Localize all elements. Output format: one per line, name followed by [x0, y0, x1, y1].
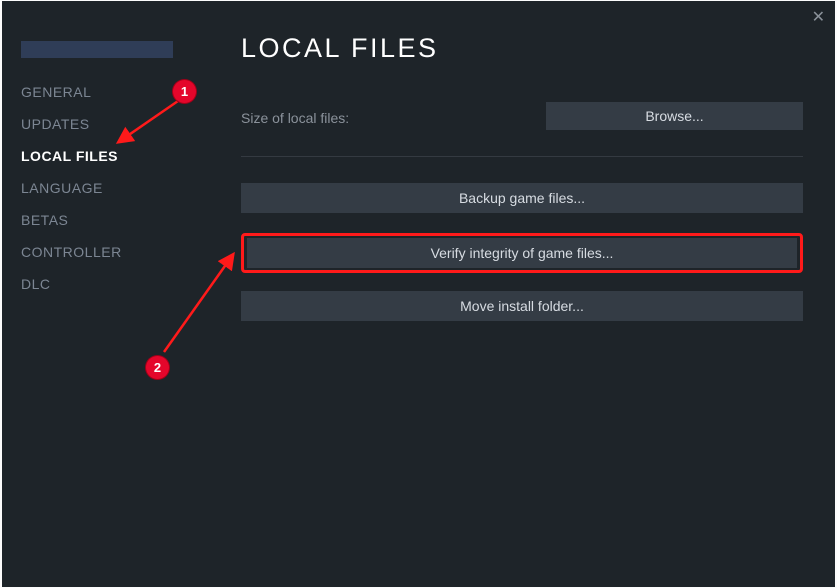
annotation-badge-1: 1 — [173, 80, 196, 103]
sidebar-item-controller[interactable]: CONTROLLER — [21, 236, 213, 268]
annotation-badge-2: 2 — [146, 356, 169, 379]
browse-button[interactable]: Browse... — [546, 102, 803, 130]
size-value — [354, 105, 434, 123]
sidebar-item-local-files[interactable]: LOCAL FILES — [21, 140, 213, 172]
divider — [241, 156, 803, 157]
size-row: Size of local files: Browse... — [241, 102, 803, 130]
page-title: LOCAL FILES — [241, 33, 803, 64]
sidebar-item-betas[interactable]: BETAS — [21, 204, 213, 236]
sidebar-header-bar — [21, 41, 173, 58]
verify-button[interactable]: Verify integrity of game files... — [247, 238, 797, 268]
sidebar-item-language[interactable]: LANGUAGE — [21, 172, 213, 204]
close-icon[interactable]: ✕ — [812, 7, 825, 27]
backup-button[interactable]: Backup game files... — [241, 183, 803, 213]
main-panel: LOCAL FILES Size of local files: Browse.… — [213, 1, 835, 587]
move-button[interactable]: Move install folder... — [241, 291, 803, 321]
sidebar-item-updates[interactable]: UPDATES — [21, 108, 213, 140]
size-label: Size of local files: — [241, 110, 349, 126]
properties-window: ✕ GENERAL UPDATES LOCAL FILES LANGUAGE B… — [2, 1, 835, 587]
verify-highlight: Verify integrity of game files... — [241, 233, 803, 273]
sidebar-item-dlc[interactable]: DLC — [21, 268, 213, 300]
